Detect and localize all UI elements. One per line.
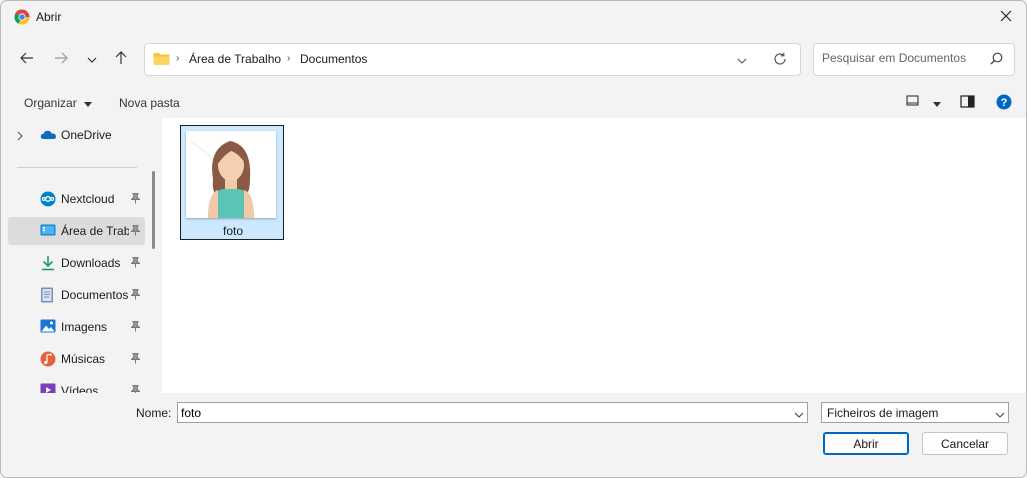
- sidebar-item-label: Imagens: [61, 320, 108, 334]
- pin-icon: [130, 385, 141, 393]
- caret-down-icon: [84, 96, 93, 110]
- pictures-icon: [40, 319, 56, 335]
- view-options-button[interactable]: [906, 95, 942, 110]
- organize-label: Organizar: [24, 96, 77, 110]
- download-icon: [40, 255, 56, 271]
- help-icon: ?: [996, 94, 1012, 113]
- breadcrumb-separator: ›: [287, 53, 291, 64]
- sidebar-item-label: Vídeos: [61, 384, 99, 393]
- nextcloud-icon: [40, 191, 56, 207]
- sidebar-item-onedrive[interactable]: OneDrive: [8, 121, 145, 149]
- pin-icon: [130, 321, 141, 335]
- address-history-chevron-icon[interactable]: [737, 53, 747, 67]
- file-name-combobox[interactable]: [177, 402, 808, 423]
- music-icon: [40, 351, 56, 367]
- chrome-icon: [14, 9, 30, 25]
- search-input[interactable]: [822, 51, 982, 65]
- sidebar-item-label: Músicas: [61, 352, 106, 366]
- desktop-icon: [40, 223, 56, 239]
- open-file-dialog: Abrir › Área de Trabalho › Documentos Pe…: [0, 0, 1027, 478]
- file-name-input[interactable]: [181, 406, 781, 420]
- window-title: Abrir: [36, 10, 62, 24]
- file-type-value: Ficheiros de imagem: [827, 406, 939, 420]
- caret-down-icon: [933, 96, 942, 110]
- search-icon[interactable]: [990, 52, 1003, 68]
- cancel-button[interactable]: Cancelar: [922, 432, 1008, 455]
- pin-icon: [130, 225, 141, 239]
- search-box[interactable]: [813, 43, 1015, 76]
- navigation-pane: OneDrive Nextcloud Área de Trabalho: [1, 118, 161, 393]
- sidebar-item-label: Nextcloud: [61, 192, 115, 206]
- arrow-left-icon: [20, 52, 34, 67]
- sidebar-item-music[interactable]: Músicas: [8, 345, 145, 373]
- sidebar-divider: [17, 167, 137, 168]
- sidebar-item-label: OneDrive: [61, 128, 112, 142]
- command-bar: Organizar Nova pasta ?: [1, 89, 1026, 117]
- file-item-foto[interactable]: foto: [180, 125, 284, 240]
- up-button[interactable]: [109, 47, 133, 71]
- sidebar-scrollbar[interactable]: [152, 171, 155, 249]
- recent-locations-button[interactable]: [80, 47, 104, 71]
- sidebar-item-pictures[interactable]: Imagens: [8, 313, 145, 341]
- chevron-down-icon[interactable]: [794, 407, 804, 421]
- pin-icon: [130, 353, 141, 367]
- preview-pane-button[interactable]: [960, 95, 975, 111]
- documents-icon: [40, 287, 56, 303]
- arrow-up-icon: [115, 50, 127, 68]
- sidebar-item-documents[interactable]: Documentos: [8, 281, 145, 309]
- navigation-bar: › Área de Trabalho › Documentos: [1, 39, 1026, 79]
- open-button[interactable]: Abrir: [823, 432, 909, 455]
- breadcrumb-separator: ›: [176, 53, 180, 64]
- pin-icon: [130, 193, 141, 207]
- refresh-icon[interactable]: [773, 52, 787, 69]
- close-icon: [1000, 10, 1012, 25]
- new-folder-button[interactable]: Nova pasta: [119, 96, 180, 110]
- file-list: foto: [162, 118, 1026, 393]
- onedrive-icon: [40, 127, 56, 143]
- organize-menu[interactable]: Organizar: [24, 96, 93, 110]
- address-bar[interactable]: › Área de Trabalho › Documentos: [144, 43, 801, 76]
- breadcrumb-documents[interactable]: Documentos: [300, 52, 367, 66]
- forward-button[interactable]: [49, 47, 73, 71]
- view-layout-icon: [906, 95, 923, 110]
- sidebar-item-label: Documentos: [61, 288, 129, 302]
- arrow-right-icon: [54, 52, 68, 67]
- videos-icon: [40, 383, 56, 393]
- sidebar-item-nextcloud[interactable]: Nextcloud: [8, 185, 145, 213]
- svg-text:?: ?: [1001, 97, 1008, 109]
- sidebar-item-videos[interactable]: Vídeos: [8, 377, 145, 393]
- breadcrumb-desktop[interactable]: Área de Trabalho: [189, 52, 281, 66]
- woman-avatar-image: [186, 131, 276, 218]
- chevron-down-icon: [995, 407, 1005, 421]
- sidebar-item-label: Downloads: [61, 256, 121, 270]
- file-name-label: Nome:: [136, 406, 172, 420]
- sidebar-item-label: Área de Trabalho: [61, 224, 129, 238]
- dialog-footer: Nome: Ficheiros de imagem Abrir Cancelar: [1, 393, 1026, 477]
- back-button[interactable]: [15, 47, 39, 71]
- file-type-select[interactable]: Ficheiros de imagem: [821, 402, 1009, 423]
- preview-pane-icon: [960, 95, 975, 111]
- sidebar-item-downloads[interactable]: Downloads: [8, 249, 145, 277]
- pin-icon: [130, 257, 141, 271]
- title-bar: Abrir: [1, 1, 1026, 34]
- close-button[interactable]: [986, 1, 1026, 34]
- help-button[interactable]: ?: [996, 94, 1012, 113]
- folder-icon: [153, 52, 170, 69]
- pin-icon: [130, 289, 141, 303]
- sidebar-item-desktop[interactable]: Área de Trabalho: [8, 217, 145, 245]
- chevron-down-icon: [87, 52, 97, 66]
- chevron-right-icon[interactable]: [17, 130, 23, 144]
- file-name: foto: [222, 224, 243, 238]
